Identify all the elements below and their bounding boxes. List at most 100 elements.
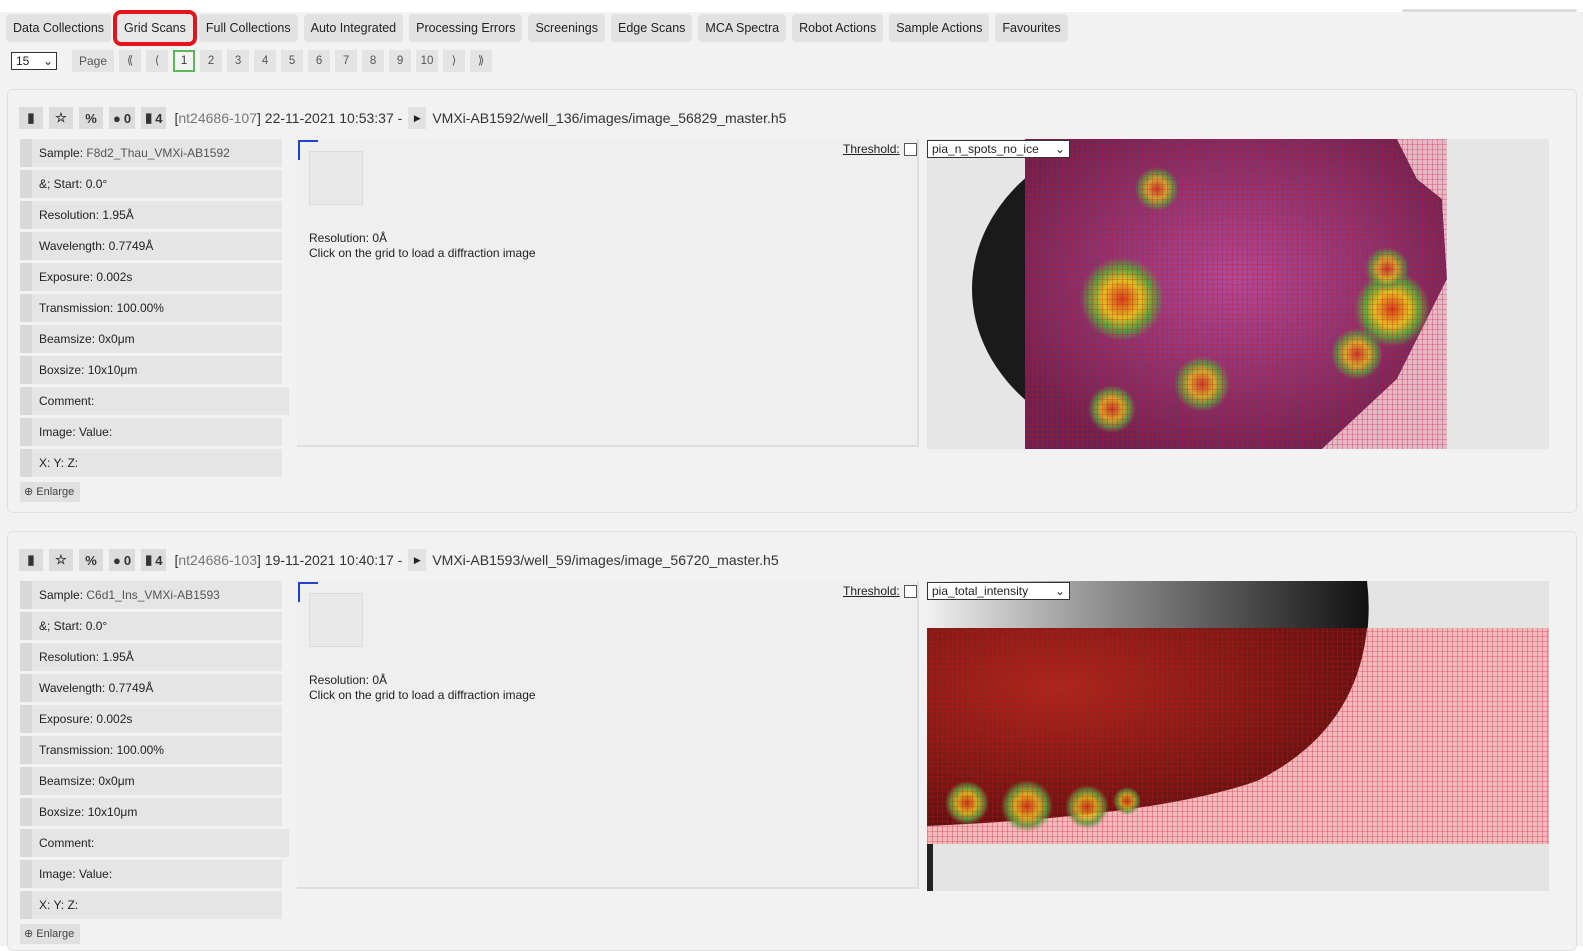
- param-value: 100.00%: [116, 301, 164, 315]
- param-value: Y: Z:: [53, 456, 79, 470]
- link-icon[interactable]: %: [79, 549, 103, 571]
- param-comment[interactable]: Comment:: [20, 829, 289, 857]
- param-exposure: Exposure: 0.002s: [20, 705, 282, 733]
- page-button-5[interactable]: 5: [281, 50, 304, 72]
- first-page-button[interactable]: ⟪: [119, 50, 142, 72]
- page-button-9[interactable]: 9: [389, 50, 412, 72]
- param-start: &; Start: 0.0°: [20, 612, 282, 640]
- params-list: Sample: C6d1_Ins_VMXi-AB1593 &; Start: 0…: [20, 581, 289, 944]
- link-icon[interactable]: %: [79, 107, 103, 129]
- grid-scan-panel-1: ▮ ☆ % ● 0 ▮ 4 [nt24686-107] 22-11-2021 10:…: [7, 89, 1577, 513]
- collection-id: [nt24686-107] 22-11-2021 10:53:37 -: [174, 110, 403, 126]
- page-button-4[interactable]: 4: [254, 50, 277, 72]
- star-icon[interactable]: ☆: [49, 549, 73, 571]
- param-beamsize: Beamsize: 0x0μm: [20, 325, 282, 353]
- param-label: &; Start:: [39, 619, 83, 633]
- panel-header: ▮ ☆ % ● 0 ▮ 4 [nt24686-107] 22-11-2021 10:…: [19, 106, 786, 130]
- param-sample: Sample: C6d1_Ins_VMXi-AB1593: [20, 581, 282, 609]
- param-label: Wavelength:: [39, 239, 106, 253]
- attachment-count: 4: [155, 552, 163, 568]
- chevron-down-icon: ⌄: [1054, 142, 1065, 156]
- attachment-count: 4: [155, 110, 163, 126]
- visit-link[interactable]: nt24686-103: [178, 552, 257, 568]
- threshold-checkbox[interactable]: [903, 584, 917, 598]
- param-value: 0x0μm: [98, 332, 135, 346]
- visit-link[interactable]: nt24686-107: [178, 110, 257, 126]
- prev-page-button[interactable]: ⟨: [146, 50, 169, 72]
- diffraction-viewer[interactable]: Resolution: 0Å Click on the grid to load…: [297, 581, 919, 889]
- threshold-checkbox[interactable]: [903, 142, 917, 156]
- tab-grid-scans[interactable]: Grid Scans: [113, 10, 197, 46]
- tab-auto-integrated[interactable]: Auto Integrated: [303, 14, 404, 42]
- metric-select[interactable]: pia_n_spots_no_ice ⌄: [927, 140, 1070, 158]
- threshold-control: Threshold:: [843, 142, 917, 156]
- chevron-down-icon: ⌄: [42, 54, 53, 68]
- comment-count: 0: [123, 110, 132, 126]
- page-button-7[interactable]: 7: [335, 50, 358, 72]
- grid-scan-heatmap-2[interactable]: [927, 581, 1549, 891]
- param-label: Beamsize:: [39, 332, 96, 346]
- param-value: 100.00%: [116, 743, 164, 757]
- attachments-button[interactable]: ▮ 4: [141, 549, 167, 571]
- tab-sample-actions[interactable]: Sample Actions: [889, 14, 990, 42]
- tab-edge-scans[interactable]: Edge Scans: [611, 14, 693, 42]
- param-label: Wavelength:: [39, 681, 106, 695]
- book-icon[interactable]: ▮: [19, 107, 43, 129]
- param-label: Exposure:: [39, 712, 94, 726]
- book-icon[interactable]: ▮: [19, 549, 43, 571]
- param-resolution: Resolution: 1.95Å: [20, 201, 282, 229]
- play-icon[interactable]: ▶: [408, 549, 427, 571]
- enlarge-label: Enlarge: [36, 928, 75, 940]
- per-page-select[interactable]: 15 ⌄: [11, 52, 57, 70]
- param-label: X:: [39, 456, 51, 470]
- param-label: Transmission:: [39, 301, 114, 315]
- page-button-10[interactable]: 10: [416, 50, 439, 72]
- tab-screenings[interactable]: Screenings: [528, 14, 605, 42]
- param-boxsize: Boxsize: 10x10μm: [20, 798, 282, 826]
- tab-data-collections[interactable]: Data Collections: [6, 14, 112, 42]
- page-button-2[interactable]: 2: [200, 50, 223, 72]
- enlarge-button[interactable]: ⊕ Enlarge: [20, 924, 81, 944]
- enlarge-button[interactable]: ⊕ Enlarge: [20, 482, 81, 502]
- comments-button[interactable]: ● 0: [109, 107, 136, 129]
- diffraction-hint: Click on the grid to load a diffraction …: [309, 246, 536, 260]
- diffraction-thumbnail[interactable]: [309, 593, 363, 647]
- diffraction-info: Resolution: 0Å Click on the grid to load…: [309, 673, 536, 703]
- param-comment[interactable]: Comment:: [20, 387, 289, 415]
- param-label: Comment:: [39, 394, 95, 408]
- params-list: Sample: F8d2_Thau_VMXi-AB1592 &; Start: …: [20, 139, 289, 502]
- param-beamsize: Beamsize: 0x0μm: [20, 767, 282, 795]
- diffraction-viewer[interactable]: Resolution: 0Å Click on the grid to load…: [297, 139, 919, 447]
- param-label: Exposure:: [39, 270, 94, 284]
- param-label: Resolution:: [39, 208, 100, 222]
- tab-mca-spectra[interactable]: MCA Spectra: [698, 14, 787, 42]
- diffraction-info: Resolution: 0Å Click on the grid to load…: [309, 231, 536, 261]
- pagination: 15 ⌄ Page ⟪ ⟨ 1 2 3 4 5 6 7 8 9 10 ⟩ ⟫: [11, 50, 493, 72]
- page-button-3[interactable]: 3: [227, 50, 250, 72]
- page-button-8[interactable]: 8: [362, 50, 385, 72]
- page-button-6[interactable]: 6: [308, 50, 331, 72]
- param-value: 0x0μm: [98, 774, 135, 788]
- param-label: Transmission:: [39, 743, 114, 757]
- collection-path: VMXi-AB1593/well_59/images/image_56720_m…: [432, 552, 779, 568]
- next-page-button[interactable]: ⟩: [443, 50, 466, 72]
- tab-robot-actions[interactable]: Robot Actions: [792, 14, 884, 42]
- page-button-1[interactable]: 1: [173, 50, 196, 72]
- grid-scan-heatmap-1[interactable]: [927, 139, 1549, 449]
- metric-select[interactable]: pia_total_intensity ⌄: [927, 582, 1070, 600]
- param-value: 0.002s: [96, 712, 133, 726]
- play-icon[interactable]: ▶: [408, 107, 427, 129]
- comment-icon: ●: [113, 110, 121, 126]
- last-page-button[interactable]: ⟫: [470, 50, 493, 72]
- param-label: &; Start:: [39, 177, 83, 191]
- attachments-button[interactable]: ▮ 4: [141, 107, 167, 129]
- star-icon[interactable]: ☆: [49, 107, 73, 129]
- comments-button[interactable]: ● 0: [109, 549, 136, 571]
- tab-favourites[interactable]: Favourites: [995, 14, 1068, 42]
- diffraction-thumbnail[interactable]: [309, 151, 363, 205]
- file-icon: ▮: [145, 552, 153, 567]
- tab-processing-errors[interactable]: Processing Errors: [409, 14, 523, 42]
- tab-full-collections[interactable]: Full Collections: [198, 14, 298, 42]
- zoom-icon: ⊕: [24, 928, 34, 940]
- param-value: C6d1_Ins_VMXi-AB1593: [86, 588, 220, 602]
